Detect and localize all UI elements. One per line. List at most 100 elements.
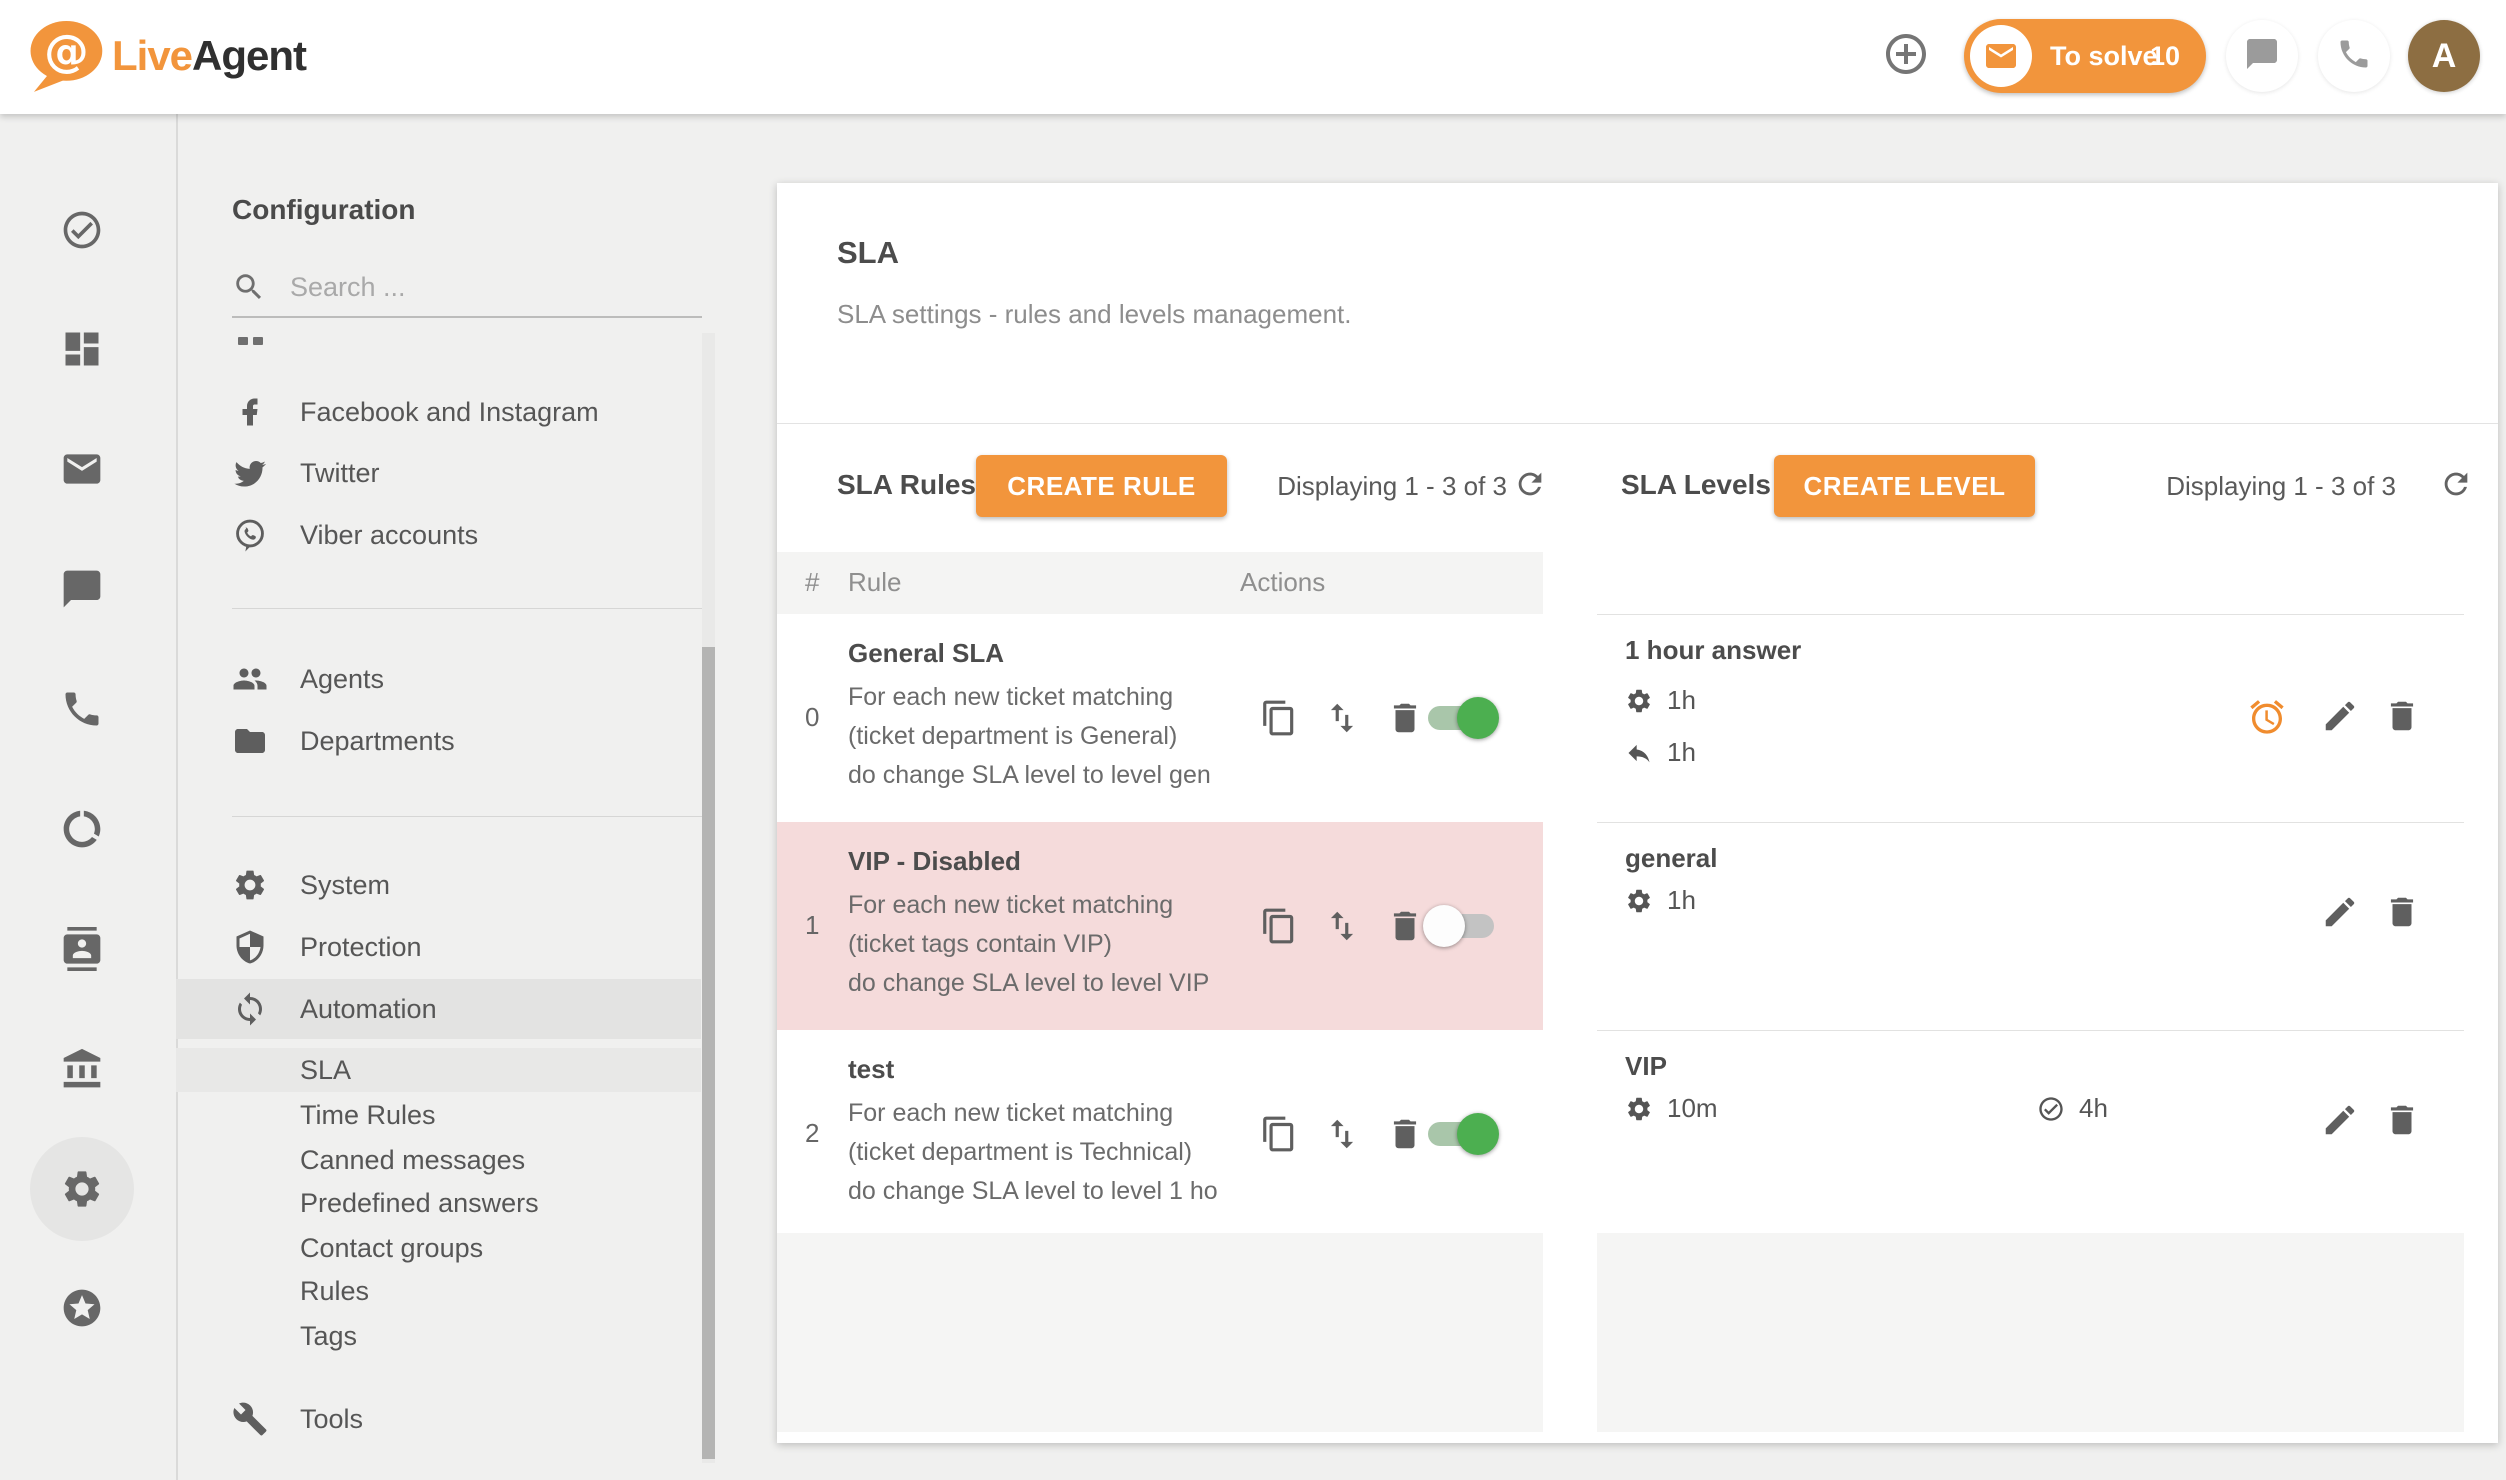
to-solve-label: To solve — [2050, 41, 2158, 72]
configuration-panel: Configuration Facebook and InstagramTwit… — [176, 114, 776, 1480]
viber-icon — [232, 517, 268, 553]
delete-rule-button[interactable] — [1386, 699, 1424, 737]
config-item-automation[interactable]: Automation — [176, 979, 701, 1039]
sla-level-row: 1 hour answer 1h 1h — [1597, 614, 2464, 823]
rail-email-icon[interactable] — [60, 447, 104, 491]
rules-refresh-icon[interactable] — [1513, 467, 1547, 501]
config-item-partial[interactable] — [238, 337, 263, 345]
level-name: 1 hour answer — [1625, 635, 1801, 666]
config-item-twitter[interactable]: Twitter — [176, 443, 701, 503]
config-item-predefined-answers[interactable]: Predefined answers — [176, 1181, 701, 1225]
delete-level-button[interactable] — [2383, 893, 2421, 931]
rule-enabled-toggle[interactable] — [1423, 905, 1499, 947]
config-item-protection[interactable]: Protection — [176, 917, 701, 977]
rule-number: 1 — [805, 910, 819, 941]
config-item-label: Departments — [300, 726, 455, 757]
rules-table-header: # Rule Actions — [777, 552, 1543, 615]
rule-description: For each new ticket matching(ticket tags… — [848, 886, 1240, 1003]
col-num: # — [805, 567, 819, 598]
level-alarm-button[interactable] — [2247, 697, 2285, 735]
rule-description-line: (ticket department is Technical) — [848, 1133, 1240, 1172]
user-avatar[interactable]: A — [2408, 20, 2480, 92]
liveagent-logo[interactable]: @ LiveAgent — [22, 18, 306, 94]
config-item-sla[interactable]: SLA — [176, 1048, 701, 1092]
chats-button[interactable] — [2226, 20, 2298, 92]
config-scrollbar-track[interactable] — [702, 333, 715, 1463]
edit-level-button[interactable] — [2321, 697, 2359, 735]
twitter-icon — [232, 455, 268, 491]
config-item-label: Automation — [300, 994, 437, 1025]
sla-levels-title: SLA Levels — [1621, 469, 1771, 501]
config-item-departments[interactable]: Departments — [176, 711, 701, 771]
copy-rule-button[interactable] — [1260, 1115, 1298, 1153]
copy-rule-button[interactable] — [1260, 907, 1298, 945]
config-item-label: Viber accounts — [300, 520, 478, 551]
config-item-rules[interactable]: Rules — [176, 1269, 701, 1313]
reorder-rule-button[interactable] — [1323, 1115, 1361, 1153]
config-item-label: Facebook and Instagram — [300, 397, 599, 428]
rail-contacts-icon[interactable] — [60, 927, 104, 971]
top-header: @ LiveAgent To solve 10 — [0, 0, 2506, 114]
rail-settings-icon[interactable] — [60, 1167, 104, 1211]
to-solve-button[interactable]: To solve 10 — [1964, 19, 2206, 93]
levels-displaying-text: Displaying 1 - 3 of 3 — [2166, 471, 2396, 502]
config-search-input[interactable] — [288, 264, 692, 310]
edit-level-button[interactable] — [2321, 893, 2359, 931]
calls-button[interactable] — [2318, 20, 2390, 92]
level-metric: 1h — [1625, 685, 1696, 716]
config-item-label: Twitter — [300, 458, 380, 489]
rule-enabled-toggle[interactable] — [1423, 697, 1499, 739]
config-item-viber-accounts[interactable]: Viber accounts — [176, 505, 701, 565]
plus-circle-icon — [1882, 30, 1930, 83]
config-item-tools[interactable]: Tools — [176, 1389, 701, 1449]
rail-dashboard-icon[interactable] — [60, 327, 104, 371]
config-item-time-rules[interactable]: Time Rules — [176, 1093, 701, 1137]
to-solve-count: 10 — [2150, 41, 2180, 72]
rule-description-line: (ticket tags contain VIP) — [848, 925, 1240, 964]
create-level-button[interactable]: CREATE LEVEL — [1774, 455, 2035, 517]
delete-level-button[interactable] — [2383, 697, 2421, 735]
rules-displaying-text: Displaying 1 - 3 of 3 — [1277, 471, 1507, 502]
rail-chat-icon[interactable] — [60, 567, 104, 611]
rule-enabled-toggle[interactable] — [1423, 1113, 1499, 1155]
search-icon — [232, 270, 266, 309]
rail-data-usage-icon[interactable] — [60, 807, 104, 851]
metric-value: 1h — [1667, 737, 1696, 768]
rule-name: General SLA — [848, 638, 1004, 669]
page-subtitle: SLA settings - rules and levels manageme… — [837, 299, 1352, 330]
level-name: general — [1625, 843, 1718, 874]
levels-refresh-icon[interactable] — [2439, 467, 2473, 501]
config-item-contact-groups[interactable]: Contact groups — [176, 1226, 701, 1270]
levels-table-footer — [1597, 1233, 2464, 1432]
reorder-rule-button[interactable] — [1323, 699, 1361, 737]
copy-rule-button[interactable] — [1260, 699, 1298, 737]
create-rule-button[interactable]: CREATE RULE — [976, 455, 1227, 517]
config-item-facebook-and-instagram[interactable]: Facebook and Instagram — [176, 382, 701, 442]
rule-description: For each new ticket matching(ticket depa… — [848, 1094, 1240, 1211]
delete-level-button[interactable] — [2383, 1101, 2421, 1139]
new-ticket-button[interactable] — [1870, 20, 1942, 92]
config-item-canned-messages[interactable]: Canned messages — [176, 1138, 701, 1182]
delete-rule-button[interactable] — [1386, 1115, 1424, 1153]
reorder-rule-button[interactable] — [1323, 907, 1361, 945]
config-item-label: Canned messages — [300, 1145, 525, 1176]
toggle-knob — [1457, 697, 1499, 739]
config-scrollbar-thumb[interactable] — [702, 647, 715, 1459]
rule-name: test — [848, 1054, 894, 1085]
people-icon — [232, 661, 268, 697]
config-item-system[interactable]: System — [176, 855, 701, 915]
edit-level-button[interactable] — [2321, 1101, 2359, 1139]
sla-levels-toolbar: SLA Levels CREATE LEVEL Displaying 1 - 3… — [1597, 423, 2464, 552]
rail-phone-icon[interactable] — [60, 687, 104, 731]
rail-check-circle-icon[interactable] — [60, 208, 104, 252]
config-item-agents[interactable]: Agents — [176, 649, 701, 709]
sync-icon — [232, 991, 268, 1027]
logo-bubble-icon: @ — [22, 18, 104, 94]
rail-star-icon[interactable] — [60, 1286, 104, 1330]
sla-rules-toolbar: SLA Rules CREATE RULE Displaying 1 - 3 o… — [777, 423, 1543, 552]
delete-rule-button[interactable] — [1386, 907, 1424, 945]
toggle-knob — [1423, 905, 1465, 947]
rail-bank-icon[interactable] — [60, 1047, 104, 1091]
config-item-tags[interactable]: Tags — [176, 1314, 701, 1358]
level-metric: 1h — [1625, 737, 1696, 768]
